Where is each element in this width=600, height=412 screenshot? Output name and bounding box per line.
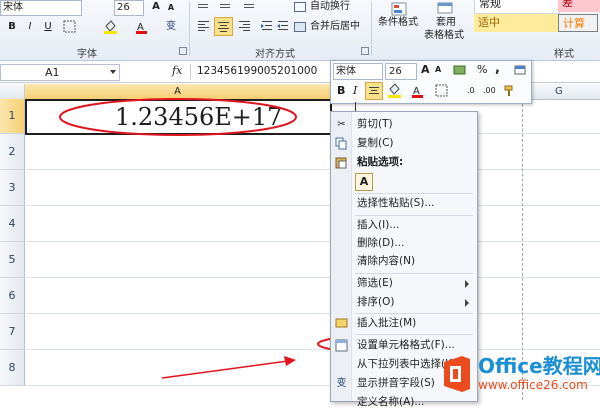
mini-format-painter-icon[interactable] [503, 83, 517, 97]
mini-align-center-icon [369, 87, 379, 94]
office-logo-icon [444, 356, 470, 392]
currency-icon[interactable] [453, 64, 467, 77]
menu-item-delete-label: 删除(D)... [357, 237, 405, 249]
mini-toolbar: 宋体 26 A A % , B I A .0 .00 [330, 60, 532, 104]
mini-font-name-box[interactable]: 宋体 [333, 63, 383, 80]
menu-item-paste-special-label: 选择性粘贴(S)... [357, 197, 435, 209]
format-painter-icon[interactable] [513, 64, 527, 77]
menu-item-phonetic-label: 显示拼音字段(S) [357, 377, 435, 389]
menu-item-filter-label: 筛选(E) [357, 277, 393, 289]
mini-shrink-font-button[interactable]: A [435, 65, 441, 74]
copy-icon [335, 137, 348, 150]
submenu-arrow-icon [465, 280, 469, 288]
format-cells-icon [335, 339, 348, 352]
paste-icon [335, 156, 348, 169]
mini-italic-button[interactable]: I [353, 84, 357, 97]
decrease-decimal-button[interactable]: .00 [483, 86, 496, 95]
menu-item-define-name-label: 定义名称(A)... [357, 396, 425, 408]
menu-item-sort-label: 排序(O) [357, 296, 395, 308]
annotation-arrow-line [161, 360, 289, 379]
phonetic-icon: 变 [336, 378, 347, 389]
mini-grow-font-button[interactable]: A [421, 63, 430, 76]
comment-icon [335, 317, 348, 330]
menu-item-cut[interactable]: ✂ 剪切(T) [331, 115, 477, 134]
comma-button[interactable]: , [495, 61, 500, 76]
scissors-icon: ✂ [337, 119, 346, 130]
menu-item-insert-comment-label: 插入批注(M) [357, 317, 417, 329]
mini-font-size: 26 [389, 66, 402, 77]
mini-font-size-box[interactable]: 26 [385, 63, 417, 80]
increase-decimal-button[interactable]: .0 [467, 86, 475, 95]
menu-item-paste-special[interactable]: 选择性粘贴(S)... [331, 194, 477, 213]
menu-item-filter[interactable]: 筛选(E) [331, 274, 477, 293]
logo-brand: Office教程网 [478, 354, 600, 378]
mini-fill-bucket-icon[interactable] [387, 83, 403, 98]
menu-separator [355, 334, 473, 335]
mini-font-color-icon[interactable]: A [411, 83, 425, 98]
menu-item-cut-label: 剪切(T) [357, 118, 393, 130]
paste-option-icon[interactable]: A [355, 173, 373, 191]
office26-logo: Office教程网 www.office26.com [440, 350, 600, 400]
menu-item-paste-options: 粘贴选项: [331, 153, 477, 172]
annotation-arrow-head [284, 356, 296, 366]
menu-item-paste-options-label: 粘贴选项: [357, 156, 404, 168]
menu-item-insert-label: 插入(I)... [357, 219, 400, 231]
submenu-arrow-icon [465, 299, 469, 307]
menu-item-delete[interactable]: 删除(D)... [331, 234, 477, 253]
annotation-ellipse-cell [59, 98, 297, 136]
mini-font-name: 宋体 [336, 66, 356, 77]
mini-bold-button[interactable]: B [337, 84, 345, 97]
menu-item-copy-label: 复制(C) [357, 137, 394, 149]
mini-align-center-button[interactable] [365, 82, 383, 100]
menu-item-sort[interactable]: 排序(O) [331, 293, 477, 312]
menu-item-clear-contents[interactable]: 清除内容(N) [331, 252, 477, 271]
menu-item-clear-contents-label: 清除内容(N) [357, 255, 416, 267]
percent-button[interactable]: % [477, 63, 487, 76]
menu-item-insert-comment[interactable]: 插入批注(M) [331, 314, 477, 333]
menu-item-insert[interactable]: 插入(I)... [331, 216, 477, 235]
menu-item-copy[interactable]: 复制(C) [331, 134, 477, 153]
text-cursor [355, 102, 356, 111]
logo-url: www.office26.com [478, 378, 588, 392]
mini-border-icon[interactable] [435, 84, 449, 97]
